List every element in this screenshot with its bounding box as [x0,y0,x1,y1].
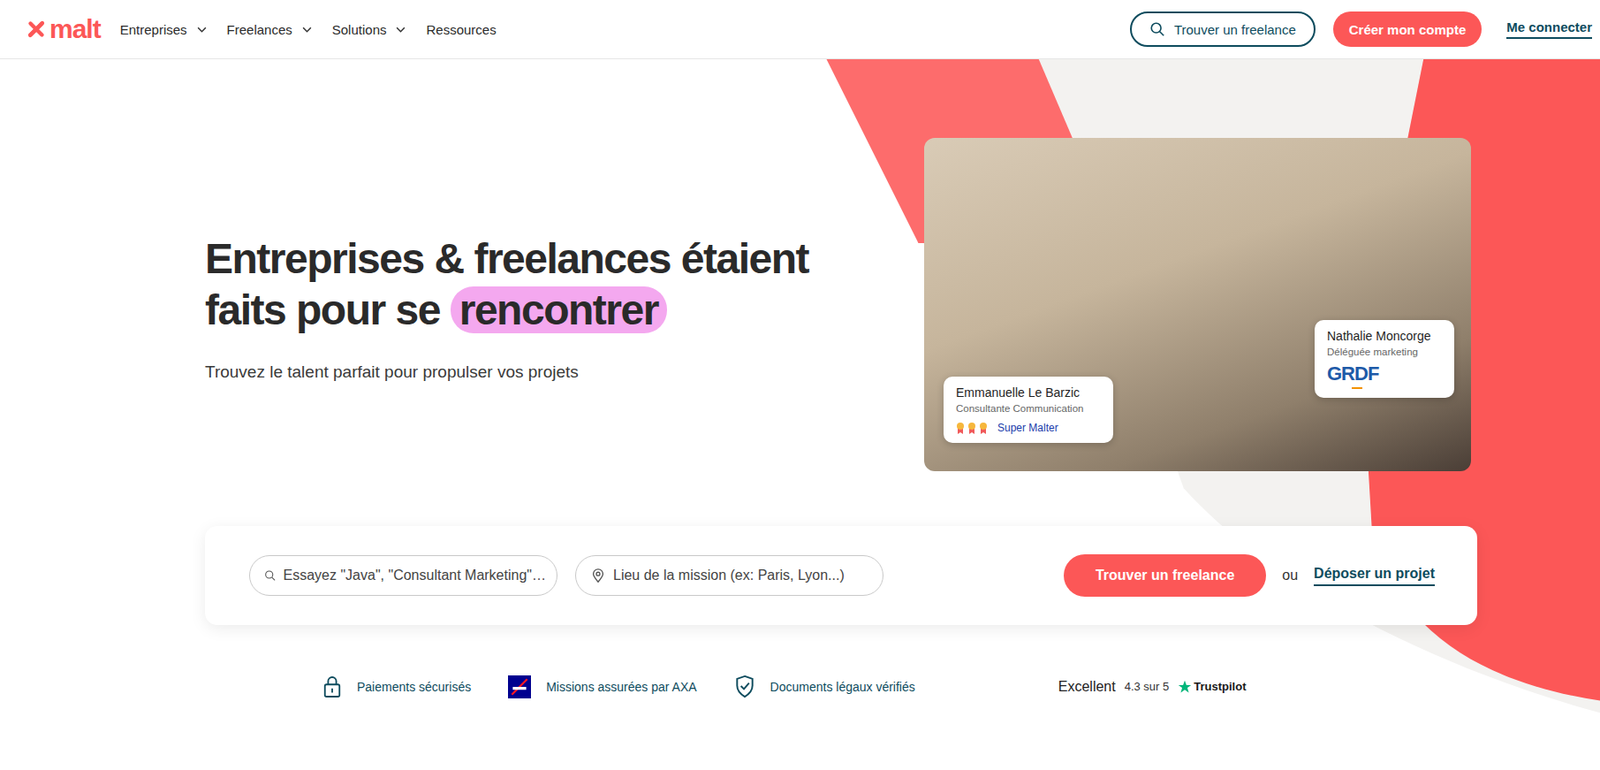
profile-role: Déléguée marketing [1327,346,1442,357]
team-photo: Emmanuelle Le Barzic Consultante Communi… [924,137,1472,471]
or-text: ou [1281,567,1298,584]
chevron-down-icon [196,23,208,36]
shield-check-icon [734,674,756,698]
profile-role: Consultante Communication [955,402,1101,414]
nav-item[interactable]: Freelances [225,18,315,41]
profile-card: Nathalie Moncorge Déléguée marketing GRD… [1314,319,1455,398]
malt-logo[interactable]: malt [24,14,101,45]
axa-logo-icon [508,674,531,698]
medal-icon [955,421,965,434]
login-link[interactable]: Me connecter [1506,19,1593,39]
hero-row: Entreprises & freelances étaient faits p… [204,137,1478,471]
medal-icon [967,421,977,434]
trustpilot-star-icon [1177,679,1192,694]
super-malter-badge: Super Malter [955,421,1101,434]
find-freelance-button[interactable]: Trouver un freelance [1129,11,1316,47]
logo-text: malt [49,14,101,45]
search-icon [264,567,276,584]
nav-item[interactable]: Solutions [330,18,410,41]
company-logo: GRDF [1327,362,1442,389]
search-icon [1149,21,1166,38]
trust-row: Paiements sécurisés Missions assurées pa… [204,674,1478,698]
main-nav: Entreprises Freelances Solutions Ressour… [118,18,499,41]
title-highlight: rencontrer [450,286,668,334]
post-project-link[interactable]: Déposer un projet [1313,565,1435,586]
location-field[interactable]: Lieu de la mission (ex: Paris, Lyon...) [575,554,884,596]
trust-item: Missions assurées par AXA [508,674,697,698]
trustpilot-rating: Excellent 4.3 sur 5 Trustpilot [1058,678,1247,695]
search-submit-button[interactable]: Trouver un freelance [1063,553,1267,597]
hero-title: Entreprises & freelances étaient faits p… [204,233,809,336]
nav-item[interactable]: Ressources [424,18,498,41]
profile-name: Nathalie Moncorge [1327,328,1442,343]
chevron-down-icon [301,23,313,36]
signup-button[interactable]: Créer mon compte [1333,11,1483,47]
medal-icon [978,421,988,434]
lock-icon [322,674,342,698]
profile-name: Emmanuelle Le Barzic [955,385,1101,400]
top-bar: malt Entreprises Freelances Solutions Re… [0,0,1600,60]
trust-item: Documents légaux vérifiés [734,674,916,698]
chevron-down-icon [394,23,407,36]
page: malt Entreprises Freelances Solutions Re… [0,0,1600,770]
nav-item[interactable]: Entreprises [118,18,210,41]
query-field[interactable]: Essayez "Java", "Consultant Marketing"… [249,554,558,596]
location-pin-icon [590,567,607,584]
profile-card: Emmanuelle Le Barzic Consultante Communi… [943,376,1114,443]
trust-item: Paiements sécurisés [322,674,471,698]
malt-logo-icon [24,17,48,41]
search-card: Essayez "Java", "Consultant Marketing"… … [204,525,1478,625]
hero: Entreprises & freelances étaient faits p… [0,59,1600,770]
hero-subtitle: Trouvez le talent parfait pour propulser… [204,362,809,382]
